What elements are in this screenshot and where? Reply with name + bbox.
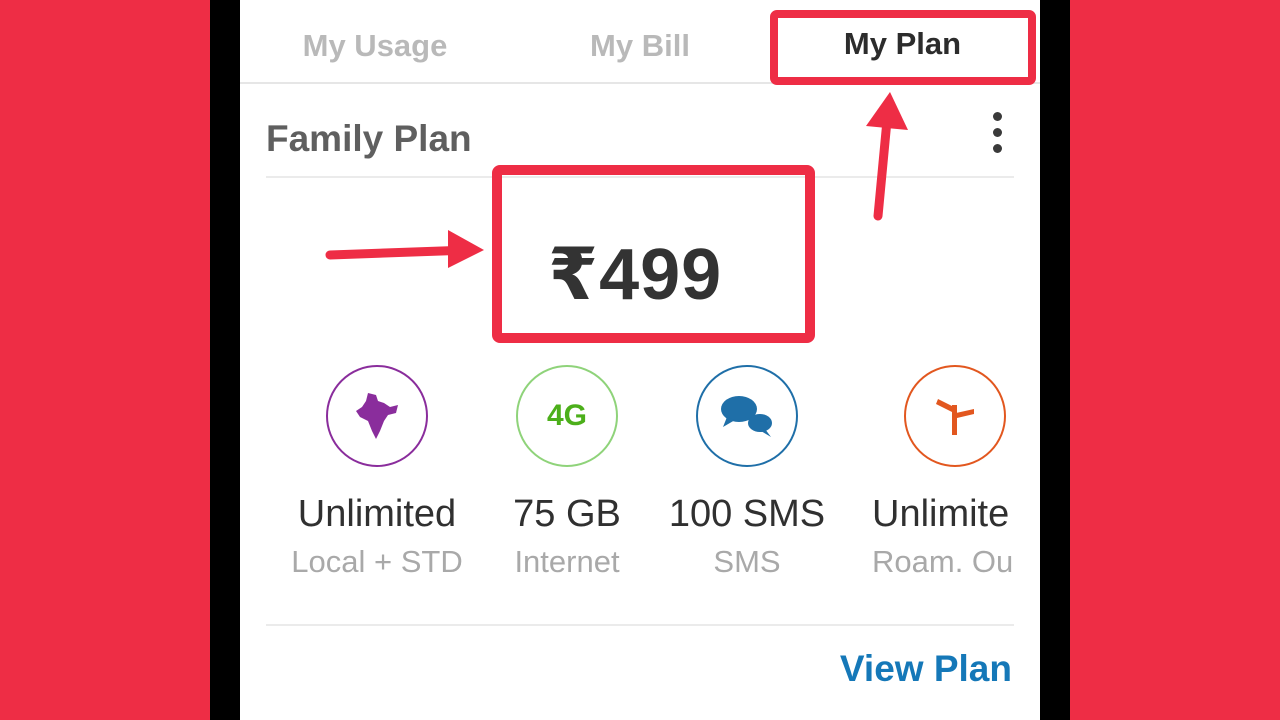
feature-calls: Unlimited Local + STD: [282, 365, 472, 580]
feature-internet: 4G 75 GB Internet: [472, 365, 662, 580]
feature-subtitle: SMS: [713, 544, 781, 579]
feature-value: Unlimite: [872, 493, 1010, 535]
feature-roaming: Unlimite Roam. Ou: [848, 365, 1018, 580]
plan-title: Family Plan: [266, 118, 472, 159]
feature-value: 75 GB: [513, 493, 621, 535]
india-map-icon: [326, 365, 428, 467]
feature-subtitle: Internet: [514, 544, 620, 579]
chat-bubbles-icon: [696, 365, 798, 467]
phone-screen: My Usage My Bill My Plan Family Plan ₹49…: [240, 0, 1040, 720]
divider: [266, 624, 1014, 626]
divider: [266, 176, 1014, 178]
feature-subtitle: Roam. Ou: [872, 544, 1014, 579]
roaming-signpost-icon: [904, 365, 1006, 467]
tab-bar: My Usage My Bill My Plan: [240, 0, 1040, 84]
more-options-icon[interactable]: [990, 112, 1006, 156]
feature-value: Unlimited: [297, 493, 457, 535]
phone-bezel-left: [210, 0, 240, 720]
feature-sms: 100 SMS SMS: [652, 365, 842, 580]
feature-value: 100 SMS: [668, 493, 826, 535]
phone-bezel-right: [1040, 0, 1070, 720]
feature-subtitle: Local + STD: [291, 544, 463, 579]
4g-badge: 4G: [546, 399, 588, 432]
view-plan-link[interactable]: View Plan: [840, 648, 1012, 690]
plan-price: ₹499: [548, 235, 723, 315]
tab-my-plan[interactable]: My Plan: [785, 20, 1020, 68]
tab-my-usage[interactable]: My Usage: [280, 22, 470, 70]
tab-my-bill[interactable]: My Bill: [550, 22, 730, 70]
4g-icon: 4G: [516, 365, 618, 467]
